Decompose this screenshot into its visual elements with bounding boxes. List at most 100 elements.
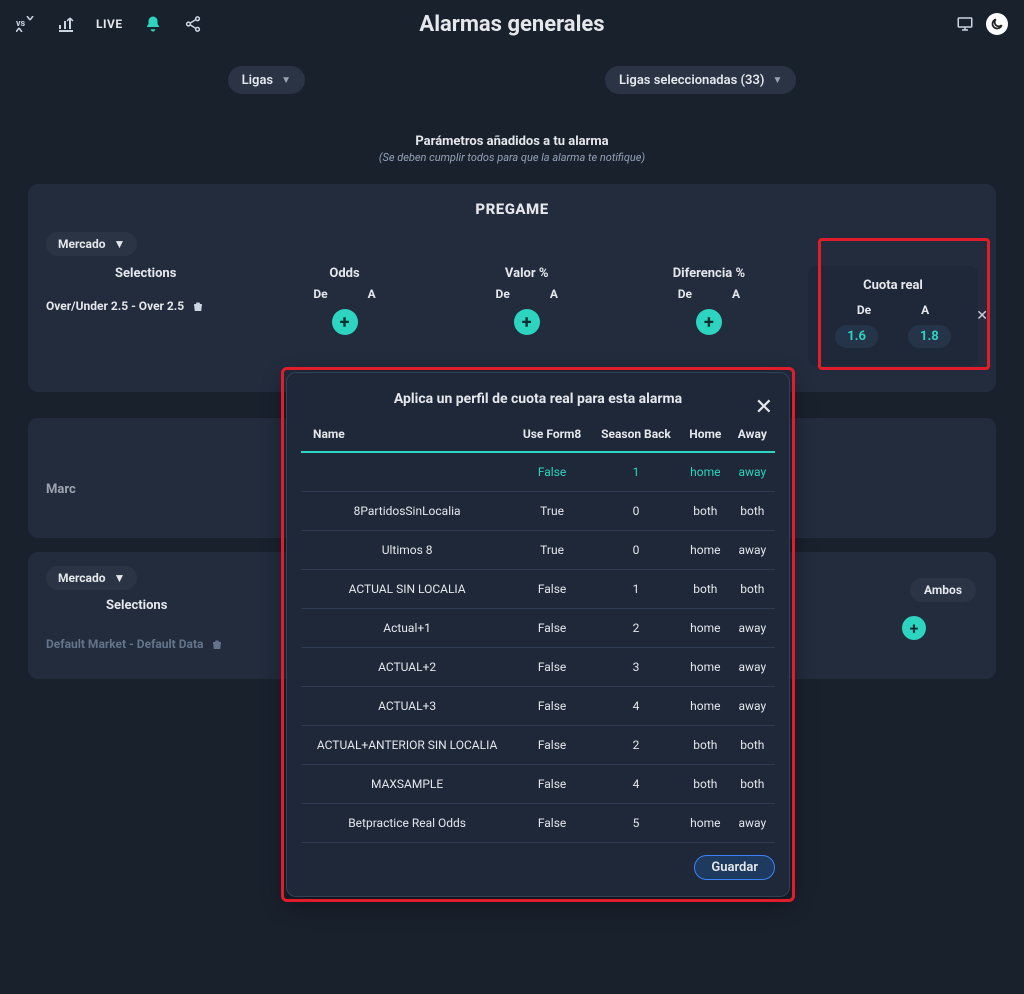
cell-season_back: 0 [591,492,681,531]
cell-season_back: 5 [591,804,681,843]
add-diferencia-button[interactable]: + [696,309,722,335]
cell-away: away [730,804,775,843]
cuota-real-column: Cuota real De A 1.6 1.8 ✕ [808,266,978,366]
pregame-panel: PREGAME Mercado ▼ Selections Over/Under … [28,184,996,392]
cell-name: Actual+1 [301,609,513,648]
market-label: Mercado [58,237,105,251]
cell-season_back: 3 [591,648,681,687]
odds-de: De [313,287,327,301]
cell-home: home [681,648,730,687]
cell-home: home [681,609,730,648]
add-button-ghost[interactable]: + [902,616,926,640]
cell-season_back: 2 [591,609,681,648]
cell-use_form8: False [513,726,591,765]
close-icon[interactable]: ✕ [976,308,988,324]
bell-icon[interactable] [143,14,163,34]
cell-home: both [681,726,730,765]
table-row[interactable]: Actual+1False2homeaway [301,609,775,648]
modal-close-icon[interactable]: ✕ [755,395,773,420]
subtitle-block: Parámetros añadidos a tu alarma (Se debe… [0,134,1024,164]
pregame-title: PREGAME [46,200,978,218]
chevron-down-icon: ▼ [113,237,125,251]
table-row[interactable]: False1homeaway [301,452,775,492]
cell-name [301,452,513,492]
cell-use_form8: False [513,570,591,609]
cuota-header: Cuota real [822,278,964,293]
ambos-chip[interactable]: Ambos [910,578,976,602]
table-row[interactable]: Ultimos 8True0homeaway [301,531,775,570]
table-row[interactable]: ACTUAL+2False3homeaway [301,648,775,687]
cell-away: away [730,648,775,687]
valor-a: A [550,287,558,301]
diferencia-column: Diferencia % De A + [626,266,792,335]
selection-value: Over/Under 2.5 - Over 2.5 [46,299,184,313]
cuota-a-value[interactable]: 1.8 [908,325,951,348]
cell-name: 8PartidosSinLocalia [301,492,513,531]
modal-title: Aplica un perfil de cuota real para esta… [301,391,775,407]
page-title: Alarmas generales [419,12,604,37]
cell-away: away [730,687,775,726]
subtitle-line2: (Se deben cumplir todos para que la alar… [0,151,1024,164]
trash-icon[interactable] [192,300,204,313]
cell-name: ACTUAL+2 [301,648,513,687]
col-use-form8: Use Form8 [513,417,591,452]
svg-text:vs: vs [16,19,26,29]
cell-away: both [730,726,775,765]
odds-header: Odds [261,266,427,281]
cell-season_back: 1 [591,570,681,609]
add-valor-button[interactable]: + [514,309,540,335]
col-home: Home [681,417,730,452]
cell-away: both [730,492,775,531]
cell-name: ACTUAL+3 [301,687,513,726]
table-row[interactable]: 8PartidosSinLocaliaTrue0bothboth [301,492,775,531]
market-dropdown-2[interactable]: Mercado ▼ [46,566,137,590]
table-row[interactable]: ACTUAL SIN LOCALIAFalse1bothboth [301,570,775,609]
col-name: Name [301,417,513,452]
live-label[interactable]: LIVE [96,17,123,31]
valor-column: Valor % De A + [444,266,610,335]
leagues-dropdown[interactable]: Ligas ▼ [228,66,305,94]
subtitle-line1: Parámetros añadidos a tu alarma [0,134,1024,149]
chart-icon[interactable] [56,14,76,34]
chevron-down-icon: ▼ [281,75,291,86]
diferencia-header: Diferencia % [626,266,792,281]
save-button[interactable]: Guardar [694,855,775,880]
cell-use_form8: False [513,804,591,843]
cell-use_form8: False [513,765,591,804]
cell-name: Betpractice Real Odds [301,804,513,843]
share-icon[interactable] [183,14,203,34]
trash-icon[interactable] [211,638,223,651]
cuota-de-label: De [857,303,871,317]
add-odds-button[interactable]: + [332,309,358,335]
market-dropdown[interactable]: Mercado ▼ [46,232,137,256]
table-row[interactable]: MAXSAMPLEFalse4bothboth [301,765,775,804]
table-row[interactable]: ACTUAL+3False4homeaway [301,687,775,726]
cell-season_back: 4 [591,765,681,804]
diferencia-a: A [732,287,740,301]
odds-a: A [368,287,376,301]
table-row[interactable]: ACTUAL+ANTERIOR SIN LOCALIAFalse2bothbot… [301,726,775,765]
valor-de: De [496,287,510,301]
cell-name: ACTUAL SIN LOCALIA [301,570,513,609]
chevron-down-icon: ▼ [772,75,782,86]
chevron-down-icon: ▼ [113,571,125,585]
cuota-profile-modal: Aplica un perfil de cuota real para esta… [286,372,790,897]
default-market-text: Default Market - Default Data [46,637,203,651]
presenter-icon[interactable] [956,15,974,33]
cell-use_form8: True [513,531,591,570]
cuota-de-value[interactable]: 1.6 [835,325,878,348]
col-season-back: Season Back [591,417,681,452]
selected-leagues-dropdown[interactable]: Ligas seleccionadas (33) ▼ [605,66,796,94]
cell-away: away [730,609,775,648]
cell-home: home [681,452,730,492]
selected-leagues-label: Ligas seleccionadas (33) [619,73,764,88]
table-row[interactable]: Betpractice Real OddsFalse5homeaway [301,804,775,843]
profile-table: Name Use Form8 Season Back Home Away Fal… [301,417,775,843]
col-away: Away [730,417,775,452]
diferencia-de: De [678,287,692,301]
theme-toggle[interactable] [986,13,1008,35]
cell-use_form8: False [513,687,591,726]
selection-row: Over/Under 2.5 - Over 2.5 [46,299,245,313]
cell-season_back: 4 [591,687,681,726]
vs-icon[interactable]: vs [16,14,36,34]
